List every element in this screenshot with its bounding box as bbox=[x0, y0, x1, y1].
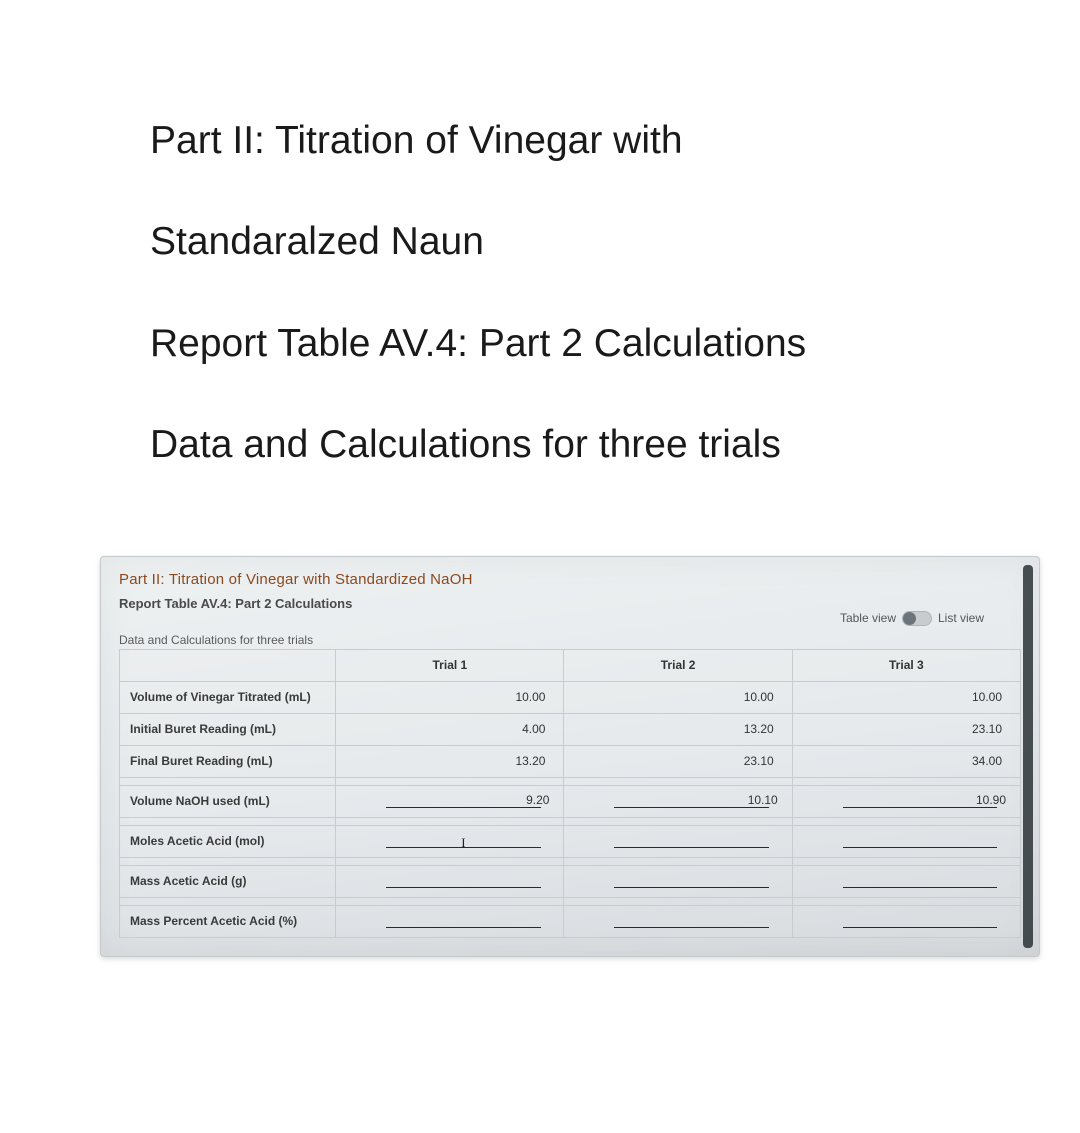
heading-line-2: Standaralzed Naun bbox=[150, 220, 484, 263]
cell-value: 13.20 bbox=[336, 745, 564, 777]
table-row: Moles Acetic Acid (mol) I bbox=[120, 825, 1021, 857]
table-row: Mass Acetic Acid (g) bbox=[120, 865, 1021, 897]
table-row: Initial Buret Reading (mL)4.0013.2023.10 bbox=[120, 713, 1021, 745]
heading-line-4: Data and Calculations for three trials bbox=[150, 423, 781, 466]
row-label: Moles Acetic Acid (mol) bbox=[120, 825, 336, 857]
table-row: Volume of Vinegar Titrated (mL)10.0010.0… bbox=[120, 681, 1021, 713]
cell-value: 13.20 bbox=[564, 713, 792, 745]
row-label: Volume NaOH used (mL) bbox=[120, 785, 336, 817]
toggle-label-list: List view bbox=[938, 611, 984, 625]
embedded-screenshot-panel: Part II: Titration of Vinegar with Stand… bbox=[100, 556, 1040, 957]
cell-input[interactable] bbox=[564, 905, 792, 937]
cell-value: 10.90 bbox=[976, 793, 1006, 807]
cell-value: 10.10 bbox=[748, 793, 778, 807]
table-corner-cell bbox=[120, 649, 336, 681]
cell-input[interactable] bbox=[792, 865, 1020, 897]
panel-title: Part II: Titration of Vinegar with Stand… bbox=[119, 571, 1021, 588]
cell-input[interactable] bbox=[336, 865, 564, 897]
table-row: Volume NaOH used (mL) 9.20 10.10 10.90 bbox=[120, 785, 1021, 817]
row-label: Volume of Vinegar Titrated (mL) bbox=[120, 681, 336, 713]
cell-input[interactable] bbox=[792, 825, 1020, 857]
column-header-trial-2: Trial 2 bbox=[564, 649, 792, 681]
cell-input[interactable]: 10.10 bbox=[564, 785, 792, 817]
column-header-trial-1: Trial 1 bbox=[336, 649, 564, 681]
heading-line-1: Part II: Titration of Vinegar with bbox=[150, 119, 683, 162]
cell-value: 4.00 bbox=[336, 713, 564, 745]
cell-input[interactable]: I bbox=[336, 825, 564, 857]
cell-input[interactable] bbox=[336, 905, 564, 937]
page-heading: Part II: Titration of Vinegar with Stand… bbox=[150, 90, 1020, 496]
table-row: Final Buret Reading (mL)13.2023.1034.00 bbox=[120, 745, 1021, 777]
heading-line-3: Report Table AV.4: Part 2 Calculations bbox=[150, 322, 806, 365]
row-label: Mass Percent Acetic Acid (%) bbox=[120, 905, 336, 937]
view-toggle[interactable]: Table view List view bbox=[840, 611, 984, 626]
panel-section-label: Data and Calculations for three trials bbox=[119, 633, 1021, 647]
cell-input[interactable] bbox=[564, 825, 792, 857]
cell-value: 34.00 bbox=[792, 745, 1020, 777]
calculations-table: Trial 1 Trial 2 Trial 3 Volume of Vinega… bbox=[119, 649, 1021, 938]
cell-value: 10.00 bbox=[564, 681, 792, 713]
table-row: Mass Percent Acetic Acid (%) bbox=[120, 905, 1021, 937]
cell-input[interactable] bbox=[564, 865, 792, 897]
row-label: Final Buret Reading (mL) bbox=[120, 745, 336, 777]
panel-subtitle: Report Table AV.4: Part 2 Calculations bbox=[119, 596, 1021, 611]
toggle-switch-icon[interactable] bbox=[902, 611, 932, 626]
cell-input[interactable] bbox=[792, 905, 1020, 937]
cell-input[interactable]: 10.90 bbox=[792, 785, 1020, 817]
cell-input[interactable]: 9.20 bbox=[336, 785, 564, 817]
toggle-label-table: Table view bbox=[840, 611, 896, 625]
cell-value: 9.20 bbox=[526, 793, 549, 807]
cell-value: 10.00 bbox=[336, 681, 564, 713]
row-label: Mass Acetic Acid (g) bbox=[120, 865, 336, 897]
cell-value: 23.10 bbox=[792, 713, 1020, 745]
table-header-row: Trial 1 Trial 2 Trial 3 bbox=[120, 649, 1021, 681]
cell-value: 10.00 bbox=[792, 681, 1020, 713]
text-cursor-icon: I bbox=[461, 835, 465, 851]
row-label: Initial Buret Reading (mL) bbox=[120, 713, 336, 745]
column-header-trial-3: Trial 3 bbox=[792, 649, 1020, 681]
cell-value: 23.10 bbox=[564, 745, 792, 777]
